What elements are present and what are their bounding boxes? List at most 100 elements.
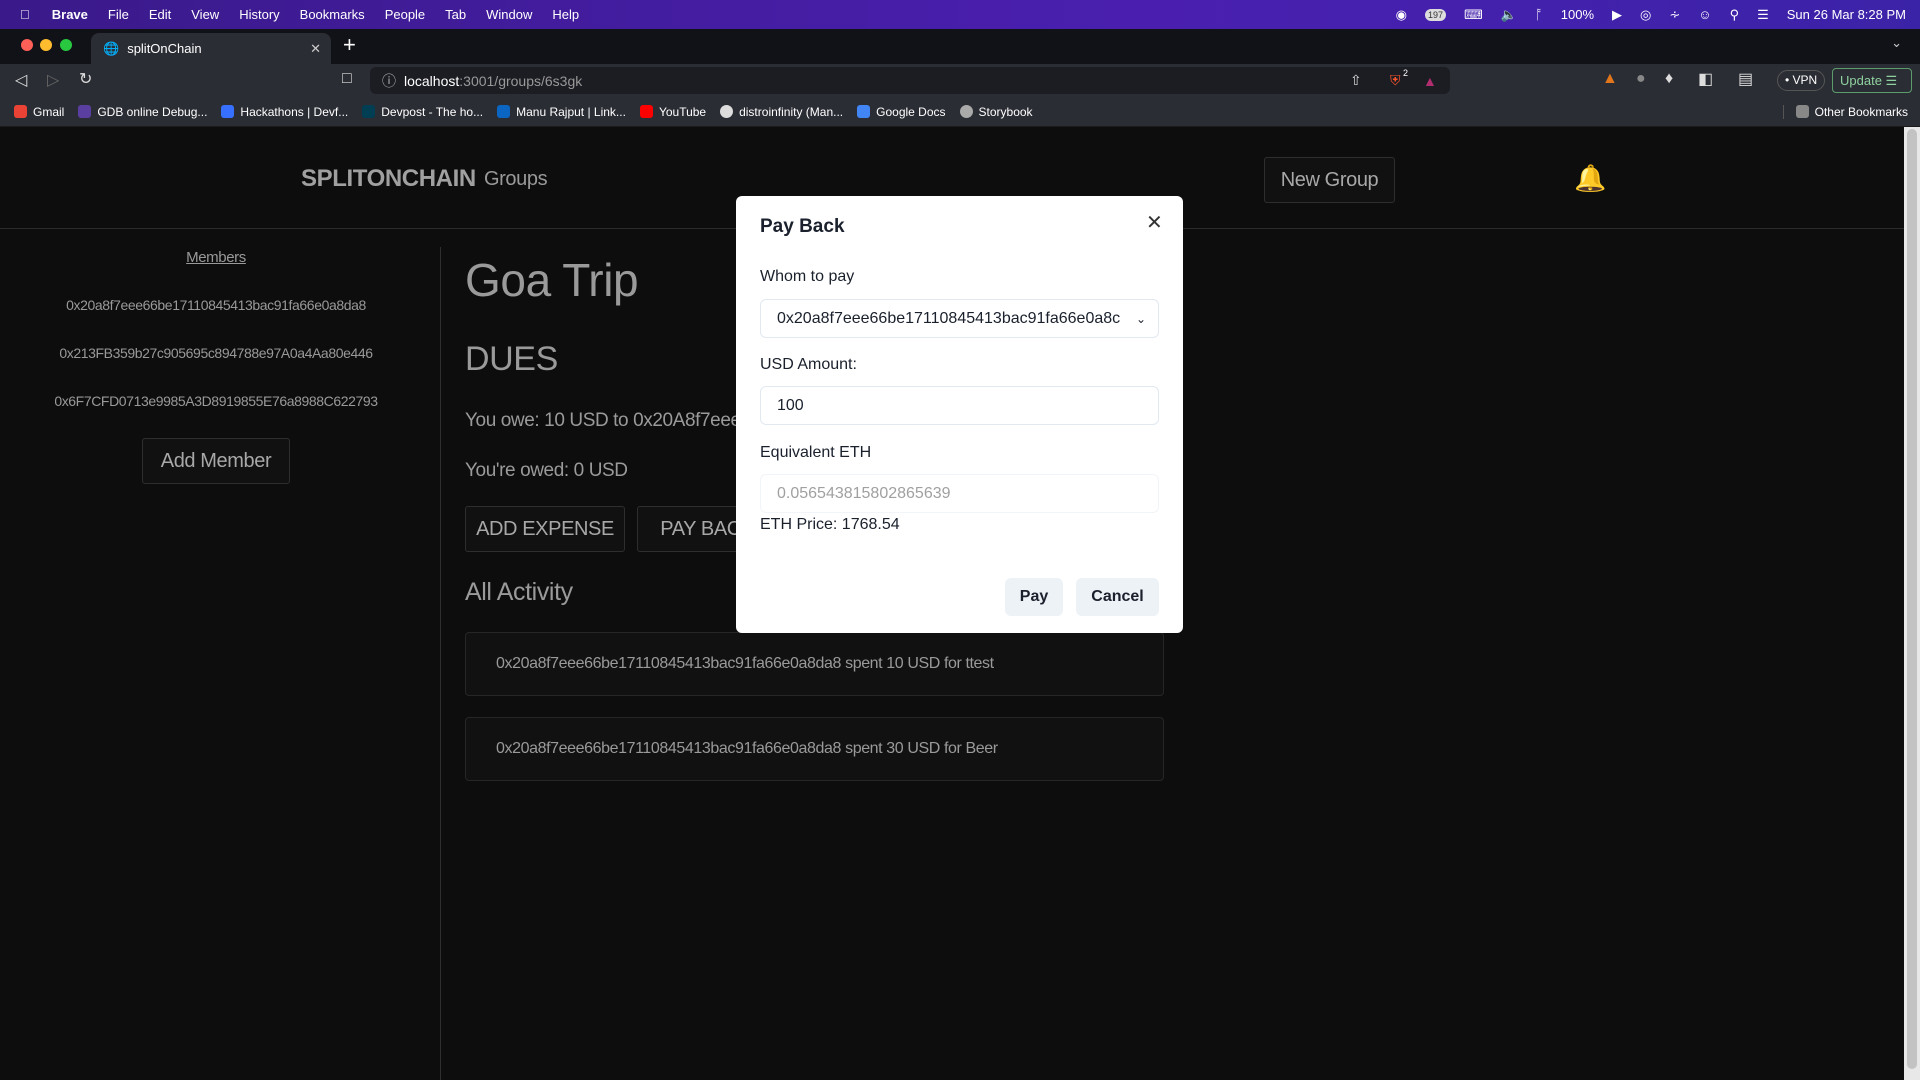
storybook-icon: [959, 105, 973, 118]
bluetooth-icon[interactable]: ᚩ: [1535, 7, 1543, 22]
pay-button[interactable]: Pay: [1005, 578, 1063, 616]
wallet-icon[interactable]: ▤: [1738, 69, 1753, 89]
record-icon[interactable]: ◉: [1396, 7, 1407, 23]
whom-select[interactable]: 0x20a8f7eee66be17110845413bac91fa66e0a8c…: [760, 299, 1159, 338]
globe-icon: 🌐: [103, 40, 120, 56]
devpost-icon: [362, 105, 376, 118]
brave-rewards-icon[interactable]: ▲: [1423, 73, 1437, 89]
bookmark-label: Google Docs: [876, 104, 946, 119]
back-icon[interactable]: ◁: [15, 70, 27, 90]
bookmark-youtube[interactable]: YouTube: [639, 104, 707, 119]
cancel-label: Cancel: [1091, 588, 1144, 605]
menu-history[interactable]: History: [239, 7, 279, 22]
wifi-icon[interactable]: ∻: [1669, 7, 1680, 23]
update-label: Update: [1840, 73, 1882, 88]
os-menubar:  Brave File Edit View History Bookmarks…: [0, 0, 1920, 29]
user-icon[interactable]: ☺: [1698, 7, 1711, 22]
usd-amount-input[interactable]: 100: [760, 386, 1159, 425]
reload-icon[interactable]: ↻: [79, 69, 92, 89]
apple-icon[interactable]: : [20, 7, 30, 22]
bookmark-gmail[interactable]: Gmail: [14, 105, 64, 119]
add-expense-button[interactable]: ADD EXPENSE: [465, 506, 625, 552]
close-tab-icon[interactable]: ✕: [310, 41, 321, 57]
minimize-window-button[interactable]: [40, 39, 52, 51]
folder-icon: [1795, 105, 1809, 118]
update-button[interactable]: Update ☰: [1832, 68, 1912, 93]
member-item: 0x6F7CFD0713e9985A3D8919855E76a8988C6227…: [54, 393, 378, 409]
modal-title: Pay Back: [760, 216, 845, 237]
brand-logo[interactable]: SPLITONCHAIN: [301, 165, 476, 193]
menu-tab[interactable]: Tab: [445, 7, 466, 22]
whom-label: Whom to pay: [760, 268, 855, 285]
usd-value: 100: [777, 396, 804, 414]
google-docs-icon: [857, 105, 871, 118]
menu-bookmarks[interactable]: Bookmarks: [300, 7, 365, 22]
bookmark-icon[interactable]: □: [342, 70, 352, 88]
datetime[interactable]: Sun 26 Mar 8:28 PM: [1787, 7, 1906, 22]
forward-icon[interactable]: ▷: [47, 70, 59, 90]
airdrop-icon[interactable]: ◎: [1640, 7, 1651, 23]
maximize-window-button[interactable]: [60, 39, 72, 51]
pay-label: Pay: [1019, 588, 1049, 605]
bookmark-gdb[interactable]: GDB online Debug...: [78, 105, 207, 119]
new-tab-button[interactable]: +: [343, 32, 356, 58]
bookmark-linkedin[interactable]: Manu Rajput | Link...: [497, 105, 626, 119]
bookmark-storybook[interactable]: Storybook: [959, 104, 1033, 119]
bookmark-google-docs[interactable]: Google Docs: [857, 104, 946, 119]
menu-file[interactable]: File: [108, 7, 129, 22]
cancel-button[interactable]: Cancel: [1076, 578, 1159, 616]
gmail-icon: [14, 105, 27, 118]
bookmark-label: Storybook: [978, 104, 1033, 119]
activity-title: All Activity: [465, 578, 573, 606]
address-bar[interactable]: ⓘ localhost:3001/groups/6s3gk ⇧ ⛨ 2 ▲: [370, 67, 1450, 94]
notification-count[interactable]: 197: [1425, 8, 1447, 21]
youre-owed-text: You're owed: 0 USD: [465, 460, 628, 481]
site-info-icon[interactable]: ⓘ: [382, 71, 396, 91]
add-member-button[interactable]: Add Member: [142, 438, 290, 484]
eth-label: Equivalent ETH: [760, 444, 872, 461]
close-window-button[interactable]: [21, 39, 33, 51]
bookmark-hackathons[interactable]: Hackathons | Devf...: [221, 105, 348, 119]
new-group-label: New Group: [1280, 168, 1379, 191]
control-center-icon[interactable]: ☰: [1757, 7, 1769, 23]
search-icon[interactable]: ⚲: [1730, 7, 1740, 23]
bookmark-github[interactable]: distroinfinity (Man...: [720, 105, 843, 119]
other-bookmarks[interactable]: Other Bookmarks: [1782, 104, 1908, 119]
tab-list-chevron-icon[interactable]: ⌄: [1891, 35, 1902, 51]
new-group-button[interactable]: New Group: [1264, 157, 1395, 203]
battery-text[interactable]: 100%: [1561, 7, 1594, 22]
share-icon[interactable]: ⇧: [1350, 72, 1362, 89]
nav-groups-link[interactable]: Groups: [484, 168, 548, 191]
brave-shields-icon[interactable]: ⛨: [1390, 72, 1401, 89]
keyboard-icon[interactable]: ⌨: [1464, 7, 1483, 23]
you-owe-text: You owe: 10 USD to 0x20A8f7eee6: [465, 410, 751, 431]
page-scrollbar[interactable]: [1904, 127, 1920, 1080]
menu-window[interactable]: Window: [486, 7, 532, 22]
activity-text: 0x20a8f7eee66be17110845413bac91fa66e0a8d…: [496, 655, 994, 672]
bookmark-label: Devpost - The ho...: [381, 104, 484, 119]
sidebar-icon[interactable]: ◧: [1698, 69, 1713, 89]
vpn-button[interactable]: • VPN: [1777, 70, 1826, 91]
extension-icon[interactable]: ●: [1636, 70, 1646, 88]
menu-app[interactable]: Brave: [52, 7, 88, 22]
puzzle-icon[interactable]: ♦: [1665, 70, 1673, 88]
menu-people[interactable]: People: [385, 7, 425, 22]
pay-back-modal: Pay Back ✕ Whom to pay 0x20a8f7eee66be17…: [736, 196, 1183, 633]
metamask-icon[interactable]: ▲: [1602, 70, 1618, 88]
sidebar-divider: [440, 247, 441, 1080]
play-icon[interactable]: ▶: [1612, 7, 1622, 23]
volume-icon[interactable]: 🔈: [1501, 7, 1517, 23]
github-icon: [720, 105, 734, 118]
bell-icon[interactable]: 🔔: [1574, 163, 1606, 194]
bookmark-devpost[interactable]: Devpost - The ho...: [362, 105, 483, 119]
menu-edit[interactable]: Edit: [149, 7, 171, 22]
tab-splitonchain[interactable]: 🌐 splitOnChain ✕: [91, 33, 331, 64]
devfolio-icon: [221, 105, 235, 118]
group-title: Goa Trip: [465, 254, 639, 306]
scrollbar-thumb[interactable]: [1907, 129, 1917, 1069]
menu-help[interactable]: Help: [552, 7, 579, 22]
close-icon[interactable]: ✕: [1146, 210, 1163, 235]
bookmark-label: YouTube: [658, 104, 707, 119]
member-item: 0x20a8f7eee66be17110845413bac91fa66e0a8d…: [66, 297, 366, 313]
menu-view[interactable]: View: [191, 7, 219, 22]
